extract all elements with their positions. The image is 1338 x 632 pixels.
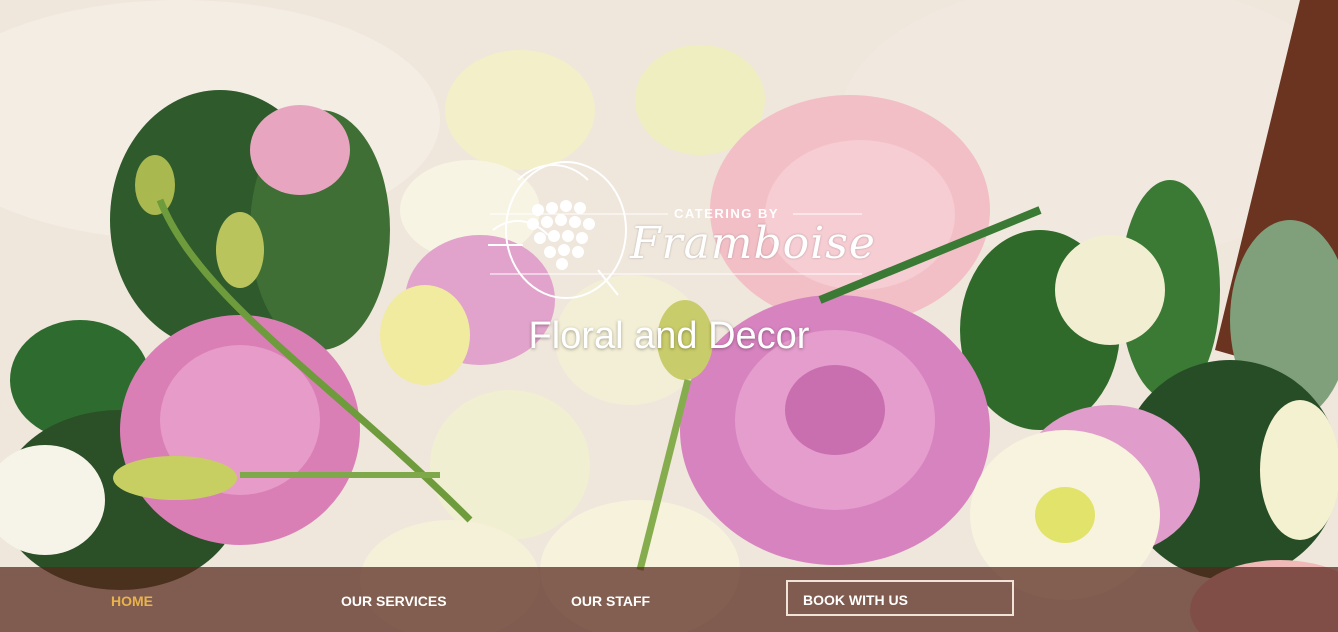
- logo-wordmark: Framboise: [630, 218, 876, 269]
- book-with-us-label: BOOK WITH US: [803, 592, 908, 608]
- book-with-us-button[interactable]: BOOK WITH US: [786, 580, 1014, 616]
- framboise-logo[interactable]: CATERING BY Framboise: [478, 150, 875, 300]
- page-title: Floral and Decor: [528, 315, 810, 357]
- nav-home[interactable]: HOME: [111, 593, 153, 609]
- main-navigation: HOME OUR SERVICES OUR STAFF BOOK WITH US: [0, 567, 1338, 632]
- nav-our-staff[interactable]: OUR STAFF: [571, 593, 650, 609]
- nav-our-services[interactable]: OUR SERVICES: [341, 593, 447, 609]
